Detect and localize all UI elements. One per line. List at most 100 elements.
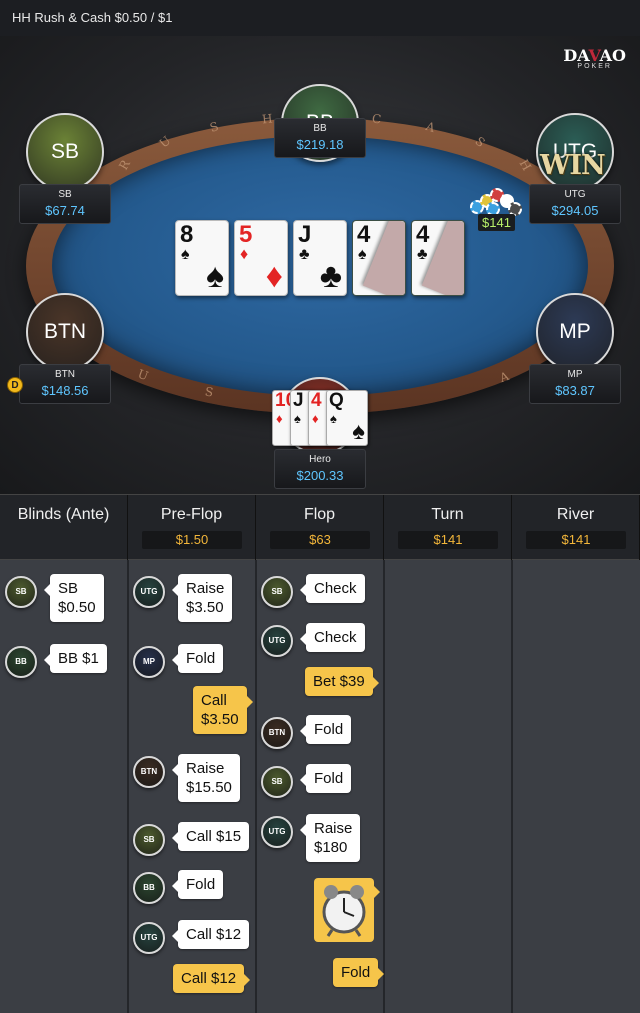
player-name: Hero [309,454,331,465]
card-rank: 4 [416,221,430,248]
hand-title: HH Rush & Cash $0.50 / $1 [12,10,173,25]
street-pot: $63 [270,531,370,549]
card-suit-icon: ♠ [181,246,190,263]
street-flop[interactable]: Flop $63 [256,495,384,561]
street-pot: $141 [398,531,498,549]
action-bubble: Check [300,623,365,652]
card-rank: J [298,221,312,248]
street-pre-flop[interactable]: Pre-Flop $1.50 [128,495,256,561]
rail-letter: H [261,111,274,127]
street-name: Pre-Flop [160,506,223,523]
hand-history-screen: HH Rush & Cash $0.50 / $1 RUSH&CASHUSA D… [0,0,640,1013]
player-name: SB [58,189,72,200]
action-text: Bet $39 [313,673,365,690]
hero-action-bubble: Bet $39 [305,667,379,696]
dealer-button: D [7,377,23,393]
action-text: Raise [186,580,225,597]
seat-hero-plate: Hero $200.33 [274,449,366,489]
hero-action-bubble: Call $3.50 [193,686,253,734]
player-stack: $83.87 [555,383,595,398]
action-amount: $180 [314,839,348,856]
action-text: Fold [186,650,216,667]
action-bubble: Check [300,574,365,603]
card-suit-icon: ♠ [358,246,367,263]
davao-poker-logo: DAVAO POKER [563,46,626,70]
card-suit-icon: ♣ [299,246,310,263]
card-suit-icon: ♦ [276,411,283,426]
seat-sb-avatar[interactable]: SB [26,113,104,191]
action-player-avatar-bb: BB [5,646,37,678]
street-name: Blinds (Ante) [17,506,110,523]
seat-bb-plate: BB $219.18 [274,118,366,158]
street-header: Blinds (Ante) Pre-Flop $1.50 Flop $63 Turn $14… [0,494,640,561]
action-amount: $3.50 [201,711,239,728]
player-stack: $148.56 [41,383,89,398]
action-text: Check [314,629,357,646]
player-stack: $200.33 [296,468,344,483]
hero-action-bubble: Fold [333,958,385,987]
player-name: MP [567,369,583,380]
street-pot: $1.50 [142,531,242,549]
street-name: River [556,506,595,523]
player-name: BB [313,123,327,134]
card-rank: J [293,390,304,411]
card-suit-icon: ♣ [417,246,428,263]
action-text: Fold [186,876,216,893]
card-suit-icon: ♦ [240,246,249,263]
card-rank: 4 [311,390,322,411]
action-bubble: Fold [171,644,224,673]
board-card: 4 ♣ [411,220,465,296]
rail-letter: C [371,111,382,127]
street-name: Turn [431,506,464,523]
player-stack: $219.18 [296,137,344,152]
hero-action-bubble: Call $12 [173,964,251,993]
action-amount: $15.50 [186,779,232,796]
utg-pot-badge: $141 [478,214,515,231]
seat-utg-plate: UTG $294.05 [529,184,621,224]
board-card: 4 ♠ [352,220,406,296]
action-player-avatar-utg: UTG [133,576,165,608]
seat-btn-avatar[interactable]: BTN [26,293,104,371]
action-text: Call $15 [186,828,242,845]
street-turn[interactable]: Turn $141 [384,495,512,561]
action-text: Raise [314,820,353,837]
action-amount: $3.50 [186,599,224,616]
card-suit-icon: ♠ [330,411,337,426]
action-text: Fold [314,770,344,787]
action-text: Call $12 [181,970,237,987]
action-player-avatar-sb: SB [5,576,37,608]
player-name: BTN [55,369,75,380]
action-text: Call [201,692,227,709]
action-text: Call $12 [186,926,242,943]
action-text: SB [58,580,79,597]
street-river[interactable]: River $141 [512,495,640,561]
action-log: SB SB $0.50 BB BB $1 UTG Raise $3.50 MP Fold Call $… [0,560,640,1013]
action-bubble: Raise $3.50 [171,574,233,622]
action-player-avatar-sb: SB [133,824,165,856]
player-name: UTG [564,189,586,200]
card-rank: 8 [180,221,194,248]
card-rank: Q [329,390,344,411]
action-player-avatar-bb: BB [133,872,165,904]
card-rank: 4 [357,221,371,248]
action-bubble: Fold [171,870,224,899]
street-name: Flop [303,506,336,523]
action-player-avatar-utg: UTG [261,625,293,657]
action-bubble: Fold [299,764,352,793]
card-suit-icon: ♦ [265,257,283,295]
seat-mp-plate: MP $83.87 [529,364,621,404]
action-player-avatar-sb: SB [261,766,293,798]
card-suit-icon: ♠ [352,418,365,445]
action-text: Fold [314,721,344,738]
action-player-avatar-sb: SB [261,576,293,608]
card-suit-icon: ♠ [205,257,224,295]
street-pot: $141 [526,531,626,549]
board-card: 8 ♠ ♠ [175,220,229,296]
street-blinds-ante-[interactable]: Blinds (Ante) [0,495,128,561]
hero-hole-card: Q ♠ ♠ [326,390,368,446]
card-suit-icon: ♣ [319,257,342,295]
seat-mp-avatar[interactable]: MP [536,293,614,371]
action-bubble: Raise $15.50 [172,754,240,802]
board-card: 5 ♦ ♦ [234,220,288,296]
poker-table-area: RUSH&CASHUSA DAVAO POKER BBBB$219.18SBSB… [0,36,640,494]
